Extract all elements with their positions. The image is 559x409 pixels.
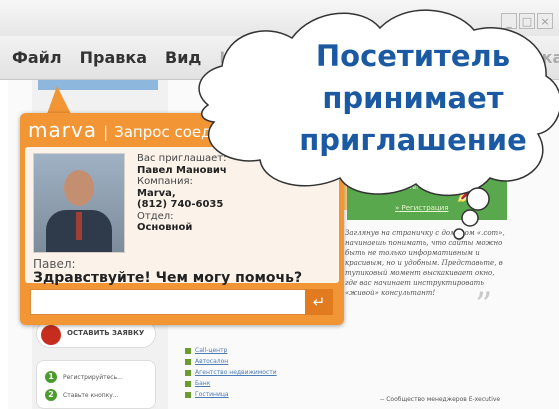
step-number: 1 [45,371,57,383]
connection-text: Всего 5 минут и Marva настроена и работа… [398,160,460,191]
step-label: Регистрируйтесь... [63,373,123,381]
category-link[interactable]: Гостиница [185,389,277,400]
registration-link[interactable]: » Регистрация [395,204,448,212]
menu-view[interactable]: Вид [165,48,201,67]
chat-input[interactable] [30,289,333,315]
category-list: Call-центр Автосалон Агентство недвижимо… [185,345,277,400]
marva-logo: marva [28,118,98,142]
bullet-icon [185,358,191,365]
step-item: 2 Ставьте кнопку... [45,389,119,401]
menu-edit[interactable]: Правка [80,48,147,67]
steps-box: 1 Регистрируйтесь... 2 Ставьте кнопку... [36,360,156,409]
header-separator: | [103,123,109,141]
operator-name: Павел Манович [137,164,227,176]
widget-body: Вас приглашает: Павел Манович Компания: … [25,147,339,286]
cloud-line-2: принимает [322,81,504,115]
minimize-button[interactable]: _ [501,13,517,29]
company-label: Компания: [137,176,193,187]
maximize-button[interactable]: □ [519,13,535,29]
step-number: 2 [45,389,57,401]
chat-message: Здравствуйте! Чем могу помочь? [33,270,303,286]
chat-sender: Павел: [33,257,76,271]
request-icon [41,325,61,345]
company-name: Marva, [137,187,176,199]
step-label: Ставьте кнопку... [63,391,119,399]
window-controls: _ □ × [501,13,553,29]
company-phone: (812) 740-6035 [137,199,224,210]
cloud-line-1: Посетитель [315,39,511,73]
menu-file[interactable]: Файл [12,48,62,67]
dept-name: Основной [137,222,193,233]
leave-request-label: ОСТАВИТЬ ЗАЯВКУ [67,329,145,337]
operator-photo [33,153,125,253]
category-link[interactable]: Автосалон [185,356,277,367]
photo-head [64,170,94,206]
operator-info: Вас приглашает: Павел Манович Компания: … [137,153,227,234]
bullet-icon [185,347,191,354]
close-button[interactable]: × [537,13,553,29]
bullet-icon [185,369,191,376]
step-item: 1 Регистрируйтесь... [45,371,123,383]
category-link[interactable]: Агентство недвижимости [185,367,277,378]
widget-pointer [47,86,71,114]
bullet-icon [185,380,191,387]
testimonial-signature: -- Сообщество менеджеров E-xecutive [380,396,501,403]
cloud-line-3: приглашение [299,123,527,157]
enter-arrow-icon[interactable]: ↵ [305,289,333,315]
bullet-icon [185,391,191,398]
photo-tie [76,212,82,240]
invite-label: Вас приглашает: [137,153,227,164]
rocket-icon: 🚀 [455,175,488,205]
widget-header: marva | Запрос соединения... [28,118,283,142]
dept-label: Отдел: [137,210,174,222]
widget-title: Запрос соединения... [114,123,284,141]
category-link[interactable]: Call-центр [185,345,277,356]
quote-mark-icon: ” [475,285,493,325]
category-link[interactable]: Банк [185,378,277,389]
